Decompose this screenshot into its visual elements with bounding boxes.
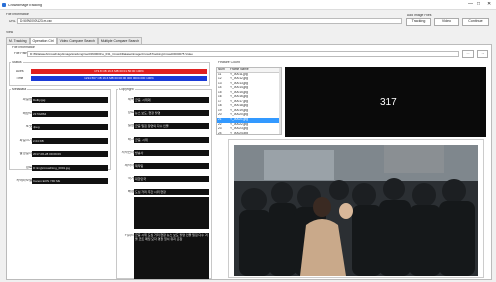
path-label: File Path (14, 52, 28, 55)
metadata-field-value[interactable]: 2017-06-28 09:09:06 (32, 151, 108, 157)
status-row-label: Time (16, 77, 24, 80)
list-item[interactable]: 24 Y_00024.jpg (217, 131, 281, 135)
view-menu[interactable]: View (6, 31, 13, 34)
copyright-field-value[interactable]: 군중 밀집 장면의 다수 인물 (134, 123, 209, 129)
count-preview: 317 (285, 67, 486, 137)
tab-tracking[interactable]: M. Tracking (6, 37, 30, 44)
add-image-label: Add Image Files (407, 14, 432, 17)
metadata-field-value[interactable]: 2173x864 (32, 111, 108, 117)
metadata-field-label: 경로 (25, 166, 32, 169)
copyright-field-value[interactable]: 방송사 (134, 150, 209, 156)
copyright-field-label: 제작사 (124, 164, 134, 167)
metadata-field-label: 해상도 (22, 112, 32, 115)
copyright-field-label: 저작권자 (121, 151, 134, 154)
status-bar-red: 173.8 CB 16.6 MB 00:01:50:00 100% (31, 69, 207, 74)
browse-button[interactable]: ... (462, 50, 474, 58)
copyright-label: Copyright (118, 88, 135, 92)
metadata-field-value[interactable]: Dolby.jpg (32, 97, 108, 103)
copyright-field-value[interactable]: 군중, 시위대 (134, 97, 209, 103)
copyright-field-value[interactable]: 제작팀 (134, 163, 209, 169)
copyright-notes-box[interactable] (134, 197, 209, 229)
tab-operation[interactable]: Operation Ctrl (29, 37, 57, 44)
tracking-button[interactable]: Tracking (406, 18, 431, 26)
status-group (9, 62, 210, 86)
copyright-field-label: 제목 (127, 98, 134, 101)
metadata-label: Metadata (11, 88, 28, 92)
path-field[interactable]: D:\6\Dataset\Crowd\Jeju\Image\trackmgr\s… (27, 51, 459, 57)
minimize-icon[interactable]: — (468, 2, 473, 7)
frame-list[interactable]: Num Frame Name 11 Y_00011.jpg 12 Y_00012.jp… (216, 67, 282, 135)
metadata-field-label: 촬영일자 (19, 152, 32, 155)
num-header: Num (218, 68, 225, 71)
copyright-field-label: 태그 (127, 138, 134, 141)
file-info-label: File Information (6, 13, 30, 16)
feature-count-label: Feature Count (218, 61, 240, 64)
tab-strip: M. Tracking Operation Ctrl Video Compare… (6, 37, 143, 44)
copyright-field-label: 배경 (127, 190, 134, 193)
continue-button[interactable]: Continue (462, 18, 489, 26)
path-group-label: File Information (12, 46, 36, 49)
metadata-field-value[interactable]: D:\img\Crowd\img_0001.jpg (32, 165, 108, 171)
video-button[interactable]: Video (434, 18, 459, 26)
maximize-icon[interactable]: □ (477, 2, 480, 7)
crowd-image (234, 145, 478, 276)
metadata-field-label: 파일명 (22, 98, 32, 101)
frame-num: 24 (218, 131, 222, 135)
go-button[interactable]: → (477, 50, 488, 58)
frame-name: Y_00024.jpg (230, 131, 248, 135)
copyright-field-label: 설명 (127, 124, 134, 127)
close-icon[interactable]: ✕ (487, 2, 491, 7)
window-title: CrowdImageTracking (8, 3, 43, 7)
crowd-scene-icon (234, 145, 478, 276)
tab-multiple-compare[interactable]: Multiple Compare Search (97, 37, 143, 44)
url-field[interactable]: D:\6\9\0\0\0\123.m.csv (17, 18, 402, 24)
app-icon (2, 3, 6, 7)
list-scrollbar[interactable] (279, 68, 281, 134)
status-bar-blue: 1234.567 CB 16.6 MB 00:00:00 000 0000.00… (31, 76, 207, 81)
copyright-field-label: 키워드 (124, 234, 134, 237)
url-label: URL (9, 20, 16, 23)
count-value: 317 (380, 98, 397, 108)
copyright-field-value[interactable]: 도심 거리 주간 시위 현장 (134, 189, 209, 195)
copyright-field-value[interactable]: 군중 시위 도심 거리 현장 뉴스 보도 촬영 인물 밀집 다수 겨울 코트 패… (134, 233, 209, 279)
tab-video-compare[interactable]: Video Compare Search (56, 37, 98, 44)
metadata-field-value[interactable]: Canon EOS / 5D Mk (32, 178, 108, 184)
copyright-field-value[interactable]: 군중, 시위 (134, 137, 209, 143)
metadata-field-value[interactable]: 2.04 KB (32, 138, 108, 144)
metadata-field-value[interactable]: Jpeg (32, 124, 108, 130)
copyright-field-value[interactable]: 뉴스 보도, 현장 촬영 (134, 110, 209, 116)
name-header: Frame Name (230, 68, 249, 71)
copyright-field-label: 국가 (127, 177, 134, 180)
status-label: Status (11, 61, 23, 65)
metadata-field-label: 포맷 (25, 125, 32, 128)
copyright-field-label: 장르 (127, 111, 134, 114)
copyright-field-value[interactable]: 대한민국 (134, 176, 209, 182)
status-row-label: Aces (16, 70, 24, 73)
title-bar: CrowdImageTracking — □ ✕ (0, 0, 496, 10)
metadata-field-label: 카메라모델 (16, 179, 32, 182)
metadata-field-label: 파일크기 (19, 139, 32, 142)
